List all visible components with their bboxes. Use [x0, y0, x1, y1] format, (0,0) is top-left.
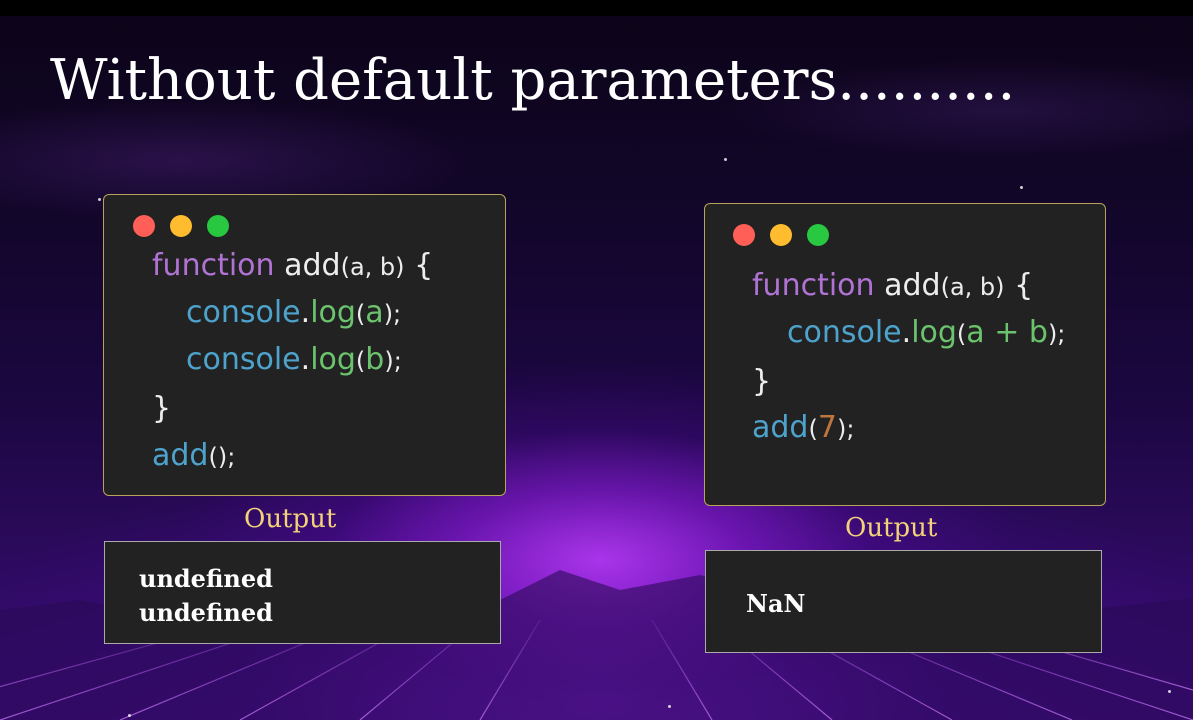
top-black-bar	[0, 0, 1193, 16]
code-line: console.log(a);	[186, 295, 401, 330]
code-paren: );	[836, 415, 855, 443]
minimize-dot-icon	[770, 224, 792, 246]
code-object: console	[186, 295, 301, 330]
code-brace: {	[1014, 268, 1034, 303]
code-paren: );	[1047, 320, 1066, 348]
code-brace: }	[752, 364, 772, 399]
code-paren: (	[355, 347, 366, 375]
code-argument: a + b	[966, 315, 1048, 350]
code-dot: .	[300, 295, 311, 330]
code-paren: (	[808, 415, 818, 443]
close-dot-icon	[733, 224, 755, 246]
code-function-name: add	[884, 268, 941, 303]
code-brace: {	[414, 248, 434, 283]
star	[668, 705, 671, 708]
right-code-window: function add(a, b) { console.log(a + b);…	[704, 203, 1106, 506]
code-params: (a, b)	[940, 273, 1005, 301]
code-function-call: add	[152, 438, 209, 473]
minimize-dot-icon	[170, 215, 192, 237]
code-dot: .	[901, 315, 912, 350]
slide-title: Without default parameters..........	[50, 48, 1016, 113]
star	[98, 198, 101, 201]
code-line: }	[152, 391, 171, 426]
star	[128, 714, 131, 717]
code-keyword: function	[152, 248, 275, 283]
code-argument: b	[365, 342, 385, 377]
window-controls	[133, 215, 229, 237]
right-output-label: Output	[845, 513, 938, 543]
code-line: }	[752, 364, 771, 399]
code-line: add();	[152, 438, 235, 473]
code-keyword: function	[752, 268, 875, 303]
right-output-box: NaN	[705, 550, 1102, 653]
code-method: log	[911, 315, 957, 350]
code-line: add(7);	[752, 410, 854, 445]
close-dot-icon	[133, 215, 155, 237]
maximize-dot-icon	[207, 215, 229, 237]
code-object: console	[787, 315, 902, 350]
code-function-call: add	[752, 410, 809, 445]
code-line: function add(a, b) {	[152, 248, 433, 283]
code-paren: (	[355, 300, 366, 328]
code-line: console.log(b);	[186, 342, 402, 377]
code-args: ();	[208, 443, 236, 471]
code-paren: (	[956, 320, 967, 348]
output-line: undefined	[139, 564, 273, 593]
code-brace: }	[152, 391, 172, 426]
left-code-window: function add(a, b) { console.log(a); con…	[103, 194, 506, 496]
maximize-dot-icon	[807, 224, 829, 246]
code-function-name: add	[284, 248, 341, 283]
code-object: console	[186, 342, 301, 377]
star	[1020, 186, 1023, 189]
left-output-label: Output	[244, 504, 337, 534]
code-line: console.log(a + b);	[787, 315, 1065, 350]
code-params: (a, b)	[340, 253, 405, 281]
code-dot: .	[300, 342, 311, 377]
code-number: 7	[817, 410, 837, 445]
code-paren: );	[384, 347, 402, 375]
star	[724, 158, 727, 161]
code-method: log	[310, 342, 356, 377]
output-line: undefined	[139, 598, 273, 627]
code-method: log	[310, 295, 356, 330]
output-line: NaN	[746, 589, 806, 618]
code-argument: a	[365, 295, 384, 330]
left-output-box: undefined undefined	[104, 541, 501, 644]
star	[1168, 690, 1171, 693]
code-paren: );	[383, 300, 402, 328]
window-controls	[733, 224, 829, 246]
code-line: function add(a, b) {	[752, 268, 1033, 303]
